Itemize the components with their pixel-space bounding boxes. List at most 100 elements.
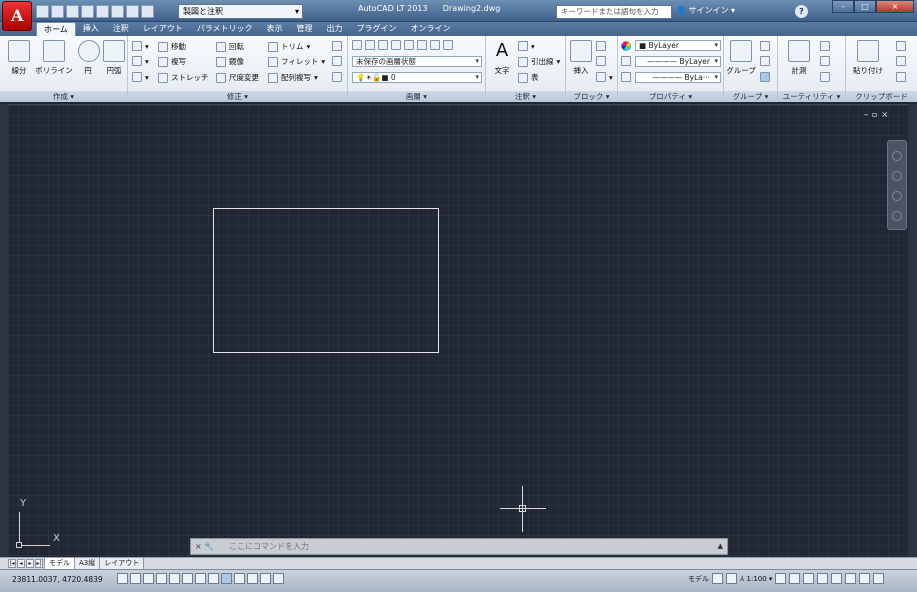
drawn-rectangle[interactable] xyxy=(213,208,439,353)
save-as-icon[interactable] xyxy=(81,4,94,18)
cut-button[interactable] xyxy=(896,41,906,51)
group-select-button[interactable] xyxy=(760,72,770,82)
workspace-select[interactable]: 製図と注釈 xyxy=(178,4,303,19)
paste-button[interactable]: 貼り付け xyxy=(850,40,886,76)
ungroup-button[interactable] xyxy=(760,41,770,51)
copy-button[interactable]: 複写 xyxy=(158,56,186,67)
redo-icon[interactable] xyxy=(141,4,154,18)
workspace-switch-icon[interactable] xyxy=(803,573,815,584)
line-button[interactable]: 線分 xyxy=(6,40,32,76)
match-properties-button[interactable] xyxy=(621,41,631,51)
insert-button[interactable]: 挿入 xyxy=(569,40,593,76)
signin-button[interactable]: 👤 サインイン ▾ xyxy=(676,5,735,16)
trim-button[interactable]: トリム ▾ xyxy=(268,41,310,52)
ortho-toggle[interactable] xyxy=(143,573,154,584)
groups-panel-title[interactable]: グループ ▾ xyxy=(724,91,777,102)
tab-manage[interactable]: 管理 xyxy=(290,22,320,36)
annotation-panel-title[interactable]: 注釈 ▾ xyxy=(486,91,565,102)
select-all-button[interactable] xyxy=(820,56,830,66)
pan-icon[interactable] xyxy=(892,171,902,181)
move-button[interactable]: 移動 xyxy=(158,41,186,52)
new-icon[interactable] xyxy=(36,4,49,18)
tab-output[interactable]: 出力 xyxy=(320,22,350,36)
utilities-panel-title[interactable]: ユーティリティ ▾ xyxy=(778,91,845,102)
table-button[interactable]: 表 xyxy=(518,72,539,83)
model-space-label[interactable]: モデル xyxy=(688,574,709,584)
modify-panel-title[interactable]: 修正 ▾ xyxy=(128,91,347,102)
offset-button[interactable] xyxy=(332,72,342,82)
scale-button[interactable]: 尺度変更 xyxy=(216,72,259,83)
polar-toggle[interactable] xyxy=(156,573,167,584)
layer-walk-icon[interactable] xyxy=(443,40,453,50)
ellipse-button[interactable]: ▾ xyxy=(132,56,149,66)
text-button[interactable]: A 文字 xyxy=(490,40,514,76)
first-tab-icon[interactable]: |◂ xyxy=(8,559,16,568)
tab-annotate[interactable]: 注釈 xyxy=(106,22,136,36)
open-icon[interactable] xyxy=(51,4,64,18)
calculator-button[interactable] xyxy=(820,72,830,82)
layer-match-icon[interactable] xyxy=(417,40,427,50)
hatch-button[interactable]: ▾ xyxy=(132,72,149,82)
array-button[interactable]: 配列複写 ▾ xyxy=(268,72,318,83)
tab-parametric[interactable]: パラメトリック xyxy=(190,22,260,36)
layer-off-icon[interactable] xyxy=(365,40,375,50)
transparency-toggle[interactable] xyxy=(234,573,245,584)
fillet-button[interactable]: フィレット ▾ xyxy=(268,56,325,67)
tab-insert[interactable]: 挿入 xyxy=(76,22,106,36)
group-edit-button[interactable] xyxy=(760,56,770,66)
isolate-objects-icon[interactable] xyxy=(845,573,857,584)
zoom-icon[interactable] xyxy=(892,191,902,201)
lineweight-toggle[interactable] xyxy=(221,573,232,584)
explode-button[interactable] xyxy=(332,56,342,66)
clipboard-panel-title[interactable]: クリップボード xyxy=(846,91,917,102)
ducs-toggle[interactable] xyxy=(195,573,206,584)
prev-tab-icon[interactable]: ◂ xyxy=(17,559,25,568)
maximize-button[interactable]: □ xyxy=(854,0,876,13)
tab-home[interactable]: ホーム xyxy=(36,22,76,36)
layer-freeze-icon[interactable] xyxy=(391,40,401,50)
copy-clip-button[interactable] xyxy=(896,56,906,66)
tab-plugins[interactable]: プラグイン xyxy=(350,22,404,36)
linetype-select[interactable]: ———— ByLayer xyxy=(635,56,721,67)
leader-button[interactable]: 引出線 ▾ xyxy=(518,56,560,67)
stretch-button[interactable]: ストレッチ xyxy=(158,72,209,83)
measure-button[interactable]: 計測 xyxy=(784,40,814,76)
layer-properties-icon[interactable] xyxy=(352,40,362,50)
auto-scale-icon[interactable] xyxy=(789,573,801,584)
group-button[interactable]: グループ xyxy=(726,40,756,76)
erase-button[interactable] xyxy=(332,41,342,51)
navigation-bar[interactable] xyxy=(887,140,907,230)
document-window-controls[interactable]: –▫× xyxy=(864,110,892,119)
drawing-canvas[interactable] xyxy=(8,104,909,557)
block-attributes-button[interactable]: ▾ xyxy=(596,72,613,82)
close-button[interactable]: × xyxy=(876,0,914,13)
layer-previous-icon[interactable] xyxy=(430,40,440,50)
command-line-controls[interactable]: × 🔧 xyxy=(195,542,214,551)
grid-toggle[interactable] xyxy=(130,573,141,584)
draw-panel-title[interactable]: 作成 ▾ xyxy=(0,91,127,102)
rectangle-button[interactable]: ▾ xyxy=(132,41,149,51)
print-icon[interactable] xyxy=(111,4,124,18)
annotation-visibility-icon[interactable] xyxy=(775,573,787,584)
tab-online[interactable]: オンライン xyxy=(404,22,458,36)
mirror-button[interactable]: 鏡像 xyxy=(216,56,244,67)
osnap-toggle[interactable] xyxy=(169,573,180,584)
undo-icon[interactable] xyxy=(126,4,139,18)
status-menu-icon[interactable] xyxy=(859,573,871,584)
layer-select[interactable]: 💡☀🔓■ 0 xyxy=(352,72,482,83)
quick-properties-toggle[interactable] xyxy=(247,573,258,584)
arc-button[interactable]: 円弧 xyxy=(102,40,126,76)
tab-layout[interactable]: レイアウト xyxy=(136,22,190,36)
dimension-button[interactable]: ▾ xyxy=(518,41,535,51)
circle-button[interactable]: 円 xyxy=(78,40,100,76)
minimize-button[interactable]: – xyxy=(832,0,854,13)
application-menu-button[interactable]: A xyxy=(2,1,32,31)
next-tab-icon[interactable]: ▸ xyxy=(26,559,34,568)
quick-select-button[interactable] xyxy=(820,41,830,51)
block-panel-title[interactable]: ブロック ▾ xyxy=(566,91,617,102)
otrack-toggle[interactable] xyxy=(182,573,193,584)
lock-ui-icon[interactable] xyxy=(817,573,829,584)
lineweight-select[interactable]: ———— ByLa··· xyxy=(635,72,721,83)
quick-view-drawings-icon[interactable] xyxy=(726,573,737,584)
hardware-accel-icon[interactable] xyxy=(831,573,843,584)
